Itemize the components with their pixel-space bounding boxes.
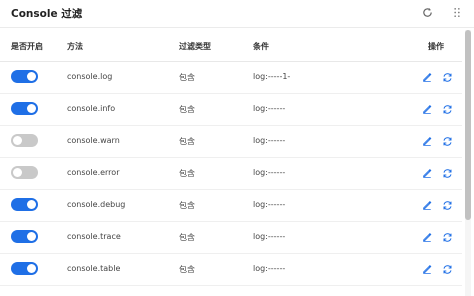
more-vertical-icon[interactable] (450, 5, 464, 19)
scrollbar[interactable] (465, 30, 471, 296)
condition-cell: log:------ (253, 168, 286, 177)
sync-icon[interactable] (441, 231, 453, 243)
sync-icon[interactable] (441, 263, 453, 275)
enable-toggle[interactable] (11, 262, 38, 275)
table-row: console.log 包含 log:-----1- (0, 62, 462, 94)
panel-title: Console 过滤 (11, 8, 83, 20)
column-header-actions: 操作 (428, 42, 444, 51)
column-header-filter-type: 过滤类型 (179, 42, 211, 51)
condition-cell: log:------ (253, 200, 286, 209)
enable-toggle[interactable] (11, 166, 38, 179)
filter-type-cell: 包含 (179, 137, 195, 146)
toggle-knob (27, 232, 36, 241)
method-cell: console.trace (67, 232, 121, 241)
method-cell: console.info (67, 104, 116, 113)
condition-cell: log:------ (253, 264, 286, 273)
table-row: console.error 包含 log:------ (0, 158, 462, 190)
column-header-condition: 条件 (253, 42, 269, 51)
edit-icon[interactable] (421, 199, 433, 211)
edit-icon[interactable] (421, 71, 433, 83)
table-row: console.table 包含 log:------ (0, 254, 462, 286)
scrollbar-thumb[interactable] (465, 30, 471, 220)
method-cell: console.warn (67, 136, 120, 145)
column-header-method: 方法 (67, 42, 83, 51)
enable-toggle[interactable] (11, 134, 38, 147)
filter-type-cell: 包含 (179, 233, 195, 242)
method-cell: console.error (67, 168, 120, 177)
method-cell: console.table (67, 264, 121, 273)
sync-icon[interactable] (441, 71, 453, 83)
edit-icon[interactable] (421, 263, 433, 275)
column-header-enabled: 是否开启 (11, 42, 43, 51)
enable-toggle[interactable] (11, 198, 38, 211)
edit-icon[interactable] (421, 167, 433, 179)
condition-cell: log:-----1- (253, 72, 291, 81)
sync-icon[interactable] (441, 167, 453, 179)
filter-type-cell: 包含 (179, 169, 195, 178)
sync-icon[interactable] (441, 199, 453, 211)
enable-toggle[interactable] (11, 70, 38, 83)
toggle-knob (27, 72, 36, 81)
sync-icon[interactable] (441, 135, 453, 147)
toggle-knob (13, 136, 22, 145)
method-cell: console.log (67, 72, 113, 81)
toggle-knob (27, 264, 36, 273)
table-row: console.debug 包含 log:------ (0, 190, 462, 222)
filter-type-cell: 包含 (179, 105, 195, 114)
enable-toggle[interactable] (11, 230, 38, 243)
enable-toggle[interactable] (11, 102, 38, 115)
table-header: 是否开启 方法 过滤类型 条件 操作 (0, 28, 462, 62)
method-cell: console.debug (67, 200, 126, 209)
table-row: console.warn 包含 log:------ (0, 126, 462, 158)
sync-icon[interactable] (441, 103, 453, 115)
toggle-knob (27, 104, 36, 113)
toggle-knob (13, 168, 22, 177)
condition-cell: log:------ (253, 104, 286, 113)
refresh-icon[interactable] (420, 5, 434, 19)
condition-cell: log:------ (253, 136, 286, 145)
edit-icon[interactable] (421, 231, 433, 243)
panel-header: Console 过滤 (0, 0, 474, 28)
table-row: console.info 包含 log:------ (0, 94, 462, 126)
filter-type-cell: 包含 (179, 73, 195, 82)
filter-type-cell: 包含 (179, 265, 195, 274)
condition-cell: log:------ (253, 232, 286, 241)
edit-icon[interactable] (421, 135, 433, 147)
table-row: console.trace 包含 log:------ (0, 222, 462, 254)
toggle-knob (27, 200, 36, 209)
edit-icon[interactable] (421, 103, 433, 115)
filter-type-cell: 包含 (179, 201, 195, 210)
